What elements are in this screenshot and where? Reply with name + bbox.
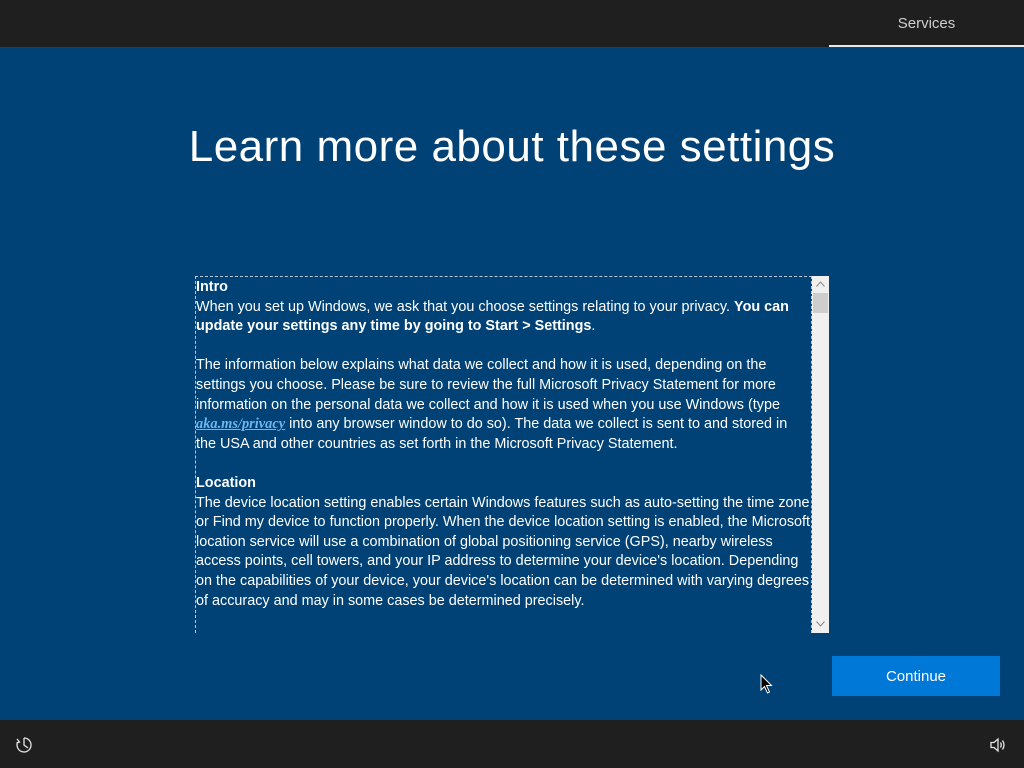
continue-button[interactable]: Continue bbox=[832, 656, 1000, 696]
location-paragraph-1: The device location setting enables cert… bbox=[196, 494, 811, 609]
section-heading-location: Location bbox=[196, 474, 256, 491]
intro-p2-after: into any browser window to do so). The d… bbox=[196, 416, 788, 452]
tab-services-indicator bbox=[829, 45, 1024, 47]
intro-p1-text: When you set up Windows, we ask that you… bbox=[196, 298, 735, 315]
mouse-cursor-icon bbox=[760, 673, 774, 700]
intro-paragraph-2: The information below explains what data… bbox=[196, 356, 811, 454]
ease-of-access-icon[interactable] bbox=[14, 735, 34, 755]
page-title: Learn more about these settings bbox=[188, 122, 836, 171]
privacy-link[interactable]: aka.ms/privacy bbox=[196, 416, 285, 432]
scroll-thumb[interactable] bbox=[813, 293, 828, 313]
top-bar: Services bbox=[0, 0, 1024, 48]
tab-services: Services bbox=[897, 15, 956, 32]
volume-icon[interactable] bbox=[988, 735, 1008, 755]
intro-p1-end: . bbox=[591, 318, 596, 335]
intro-paragraph-1: When you set up Windows, we ask that you… bbox=[196, 298, 811, 337]
section-heading-intro: Intro bbox=[196, 279, 228, 295]
scroll-down-arrow-icon[interactable] bbox=[812, 616, 829, 633]
privacy-text-content: Intro When you set up Windows, we ask th… bbox=[195, 276, 812, 633]
intro-p2-before: The information below explains what data… bbox=[196, 357, 780, 413]
bottom-bar bbox=[0, 720, 1024, 768]
privacy-text-box[interactable]: Intro When you set up Windows, we ask th… bbox=[195, 276, 829, 633]
vertical-scrollbar[interactable] bbox=[812, 276, 829, 633]
scroll-up-arrow-icon[interactable] bbox=[812, 276, 829, 293]
